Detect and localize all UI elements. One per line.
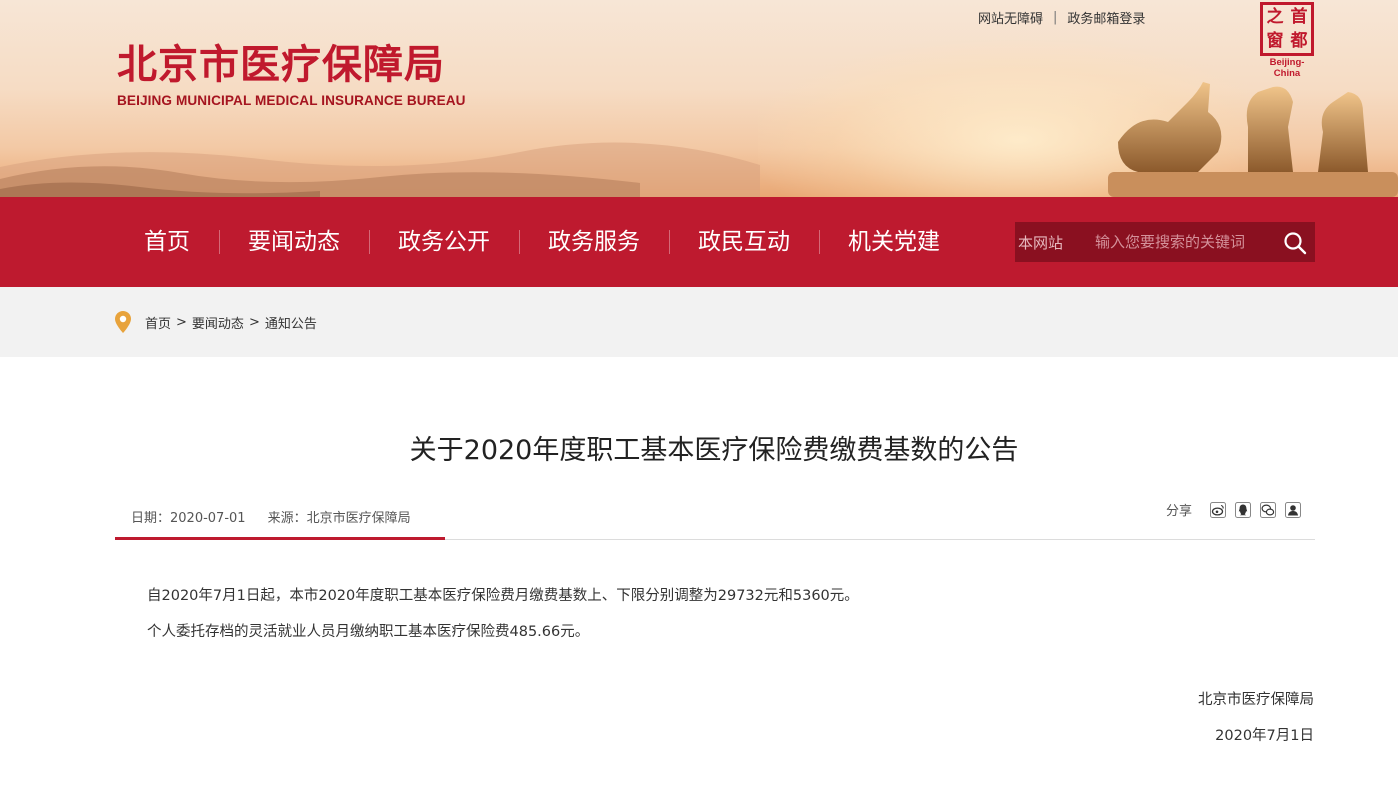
site-logo-subtitle: BEIJING MUNICIPAL MEDICAL INSURANCE BURE… — [117, 93, 466, 108]
capital-window-seal[interactable]: 之 首 窗 都 Beijing-China — [1258, 2, 1316, 79]
article-body: 自2020年7月1日起，本市2020年度职工基本医疗保险费月缴费基数上、下限分别… — [147, 578, 859, 650]
bronze-statues-image — [1108, 82, 1398, 197]
qzone-icon[interactable] — [1285, 501, 1302, 518]
nav-item-home[interactable]: 首页 — [115, 197, 219, 287]
article-meta: 日期：2020-07-01 来源：北京市医疗保障局 — [131, 507, 411, 526]
meta-accent-underline — [115, 537, 445, 540]
article-paragraph: 个人委托存档的灵活就业人员月缴纳职工基本医疗保险费485.66元。 — [147, 624, 590, 640]
breadcrumb-separator: > — [248, 314, 260, 330]
seal-char: 之 — [1266, 7, 1284, 27]
article-source: 来源：北京市医疗保障局 — [267, 511, 411, 526]
main-nav: 首页 要闻动态 政务公开 政务服务 政民互动 机关党建 本网站 — [0, 197, 1398, 287]
search-scope[interactable]: 本网站 — [1015, 232, 1085, 253]
top-links: 网站无障碍 | 政务邮箱登录 — [978, 8, 1145, 27]
article-signature: 北京市医疗保障局 2020年7月1日 — [1198, 682, 1314, 754]
site-logo-title[interactable]: 北京市医疗保障局 — [117, 40, 445, 90]
seal-char: 都 — [1290, 31, 1308, 51]
nav-item-news[interactable]: 要闻动态 — [219, 197, 369, 287]
location-pin-icon — [115, 311, 131, 333]
search-input[interactable] — [1095, 233, 1275, 251]
search-box: 本网站 — [1015, 222, 1315, 262]
nav-item-interaction[interactable]: 政民互动 — [669, 197, 819, 287]
search-icon[interactable] — [1283, 231, 1307, 255]
top-links-separator: | — [1053, 10, 1058, 25]
signature-date: 2020年7月1日 — [1215, 728, 1314, 744]
seal-box: 之 首 窗 都 — [1260, 2, 1314, 56]
seal-char: 窗 — [1266, 31, 1284, 51]
article-paragraph: 自2020年7月1日起，本市2020年度职工基本医疗保险费月缴费基数上、下限分别… — [147, 588, 859, 604]
header-banner: 北京市医疗保障局 BEIJING MUNICIPAL MEDICAL INSUR… — [0, 0, 1398, 197]
wechat-icon[interactable] — [1260, 501, 1277, 518]
breadcrumb-notices[interactable]: 通知公告 — [265, 313, 317, 332]
accessibility-link[interactable]: 网站无障碍 — [978, 8, 1043, 27]
nav-list: 首页 要闻动态 政务公开 政务服务 政民互动 机关党建 — [115, 197, 969, 287]
weibo-icon[interactable] — [1210, 501, 1227, 518]
qq-icon[interactable] — [1235, 501, 1252, 518]
breadcrumb-news[interactable]: 要闻动态 — [192, 313, 244, 332]
article-title: 关于2020年度职工基本医疗保险费缴费基数的公告 — [409, 435, 1019, 466]
seal-char: 首 — [1290, 7, 1308, 27]
breadcrumb-bar: 首页 > 要闻动态 > 通知公告 — [0, 287, 1398, 357]
share-bar: 分享 — [1166, 500, 1310, 519]
nav-item-gov-info[interactable]: 政务公开 — [369, 197, 519, 287]
nav-item-gov-services[interactable]: 政务服务 — [519, 197, 669, 287]
gov-mail-login-link[interactable]: 政务邮箱登录 — [1067, 8, 1145, 27]
breadcrumb: 首页 > 要闻动态 > 通知公告 — [115, 311, 317, 333]
breadcrumb-separator: > — [176, 314, 187, 330]
nav-item-party[interactable]: 机关党建 — [819, 197, 969, 287]
signature-org: 北京市医疗保障局 — [1198, 692, 1314, 708]
breadcrumb-home[interactable]: 首页 — [145, 313, 171, 332]
article-date: 日期：2020-07-01 — [131, 511, 246, 526]
share-label: 分享 — [1166, 504, 1193, 519]
